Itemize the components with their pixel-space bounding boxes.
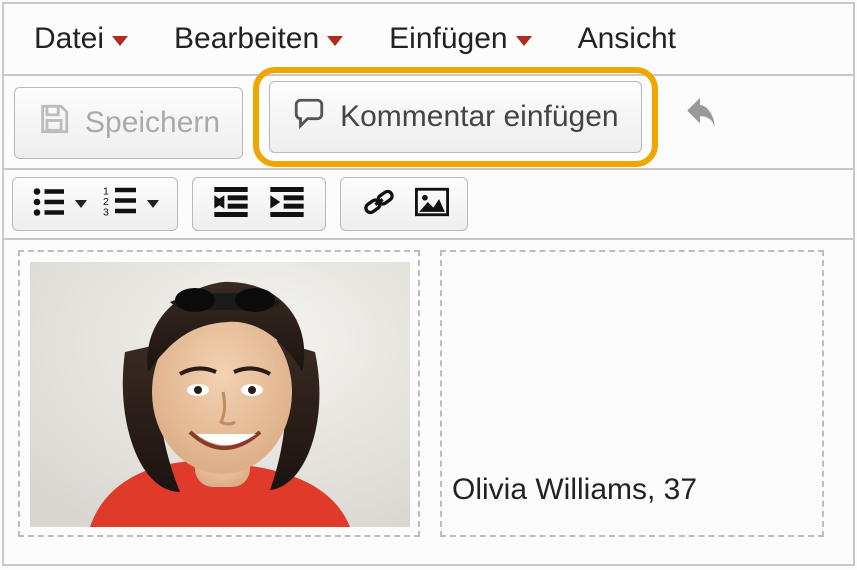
chevron-down-icon [75, 200, 87, 208]
toolbar-secondary: 123 [4, 170, 853, 240]
menu-label: Bearbeiten [174, 22, 319, 56]
menubar: Datei Bearbeiten Einfügen Ansicht [4, 4, 853, 74]
bulleted-list-button[interactable] [23, 184, 95, 225]
list-group: 123 [12, 177, 178, 231]
menu-label: Datei [34, 22, 104, 56]
link-icon [359, 184, 399, 225]
svg-text:3: 3 [103, 206, 109, 218]
menu-datei[interactable]: Datei [34, 22, 128, 56]
menu-ansicht[interactable]: Ansicht [578, 22, 676, 56]
insert-image-button[interactable] [407, 187, 457, 222]
save-button-label: Speichern [85, 106, 220, 140]
highlight-annotation: Kommentar einfügen [253, 67, 658, 167]
speech-bubble-icon [292, 96, 326, 138]
save-icon [37, 102, 71, 144]
chevron-down-icon [516, 36, 532, 46]
increase-indent-button[interactable] [259, 184, 315, 225]
undo-button[interactable] [668, 94, 732, 152]
insert-group [340, 177, 468, 231]
save-button[interactable]: Speichern [14, 87, 243, 159]
toolbar-primary: Speichern Kommentar einfügen [4, 74, 853, 170]
undo-icon [678, 95, 722, 151]
indent-group [192, 177, 326, 231]
document-content: Olivia Williams, 37 [4, 240, 853, 547]
insert-comment-label: Kommentar einfügen [340, 100, 619, 134]
numbered-list-icon: 123 [103, 184, 139, 225]
chevron-down-icon [147, 200, 159, 208]
bulleted-list-icon [31, 184, 67, 225]
chevron-down-icon [327, 36, 343, 46]
decrease-indent-icon [211, 184, 251, 225]
menu-label: Ansicht [578, 22, 676, 56]
insert-link-button[interactable] [351, 184, 407, 225]
app-frame: Datei Bearbeiten Einfügen Ansicht Speich… [2, 2, 855, 566]
image-icon [415, 187, 449, 222]
person-photo [30, 262, 410, 527]
decrease-indent-button[interactable] [203, 184, 259, 225]
chevron-down-icon [112, 36, 128, 46]
insert-comment-button[interactable]: Kommentar einfügen [269, 81, 642, 153]
menu-einfuegen[interactable]: Einfügen [389, 22, 531, 56]
text-cell[interactable]: Olivia Williams, 37 [440, 250, 824, 537]
numbered-list-button[interactable]: 123 [95, 184, 167, 225]
menu-label: Einfügen [389, 22, 507, 56]
person-name-label: Olivia Williams, 37 [452, 473, 697, 507]
increase-indent-icon [267, 184, 307, 225]
photo-cell[interactable] [18, 250, 420, 537]
menu-bearbeiten[interactable]: Bearbeiten [174, 22, 343, 56]
